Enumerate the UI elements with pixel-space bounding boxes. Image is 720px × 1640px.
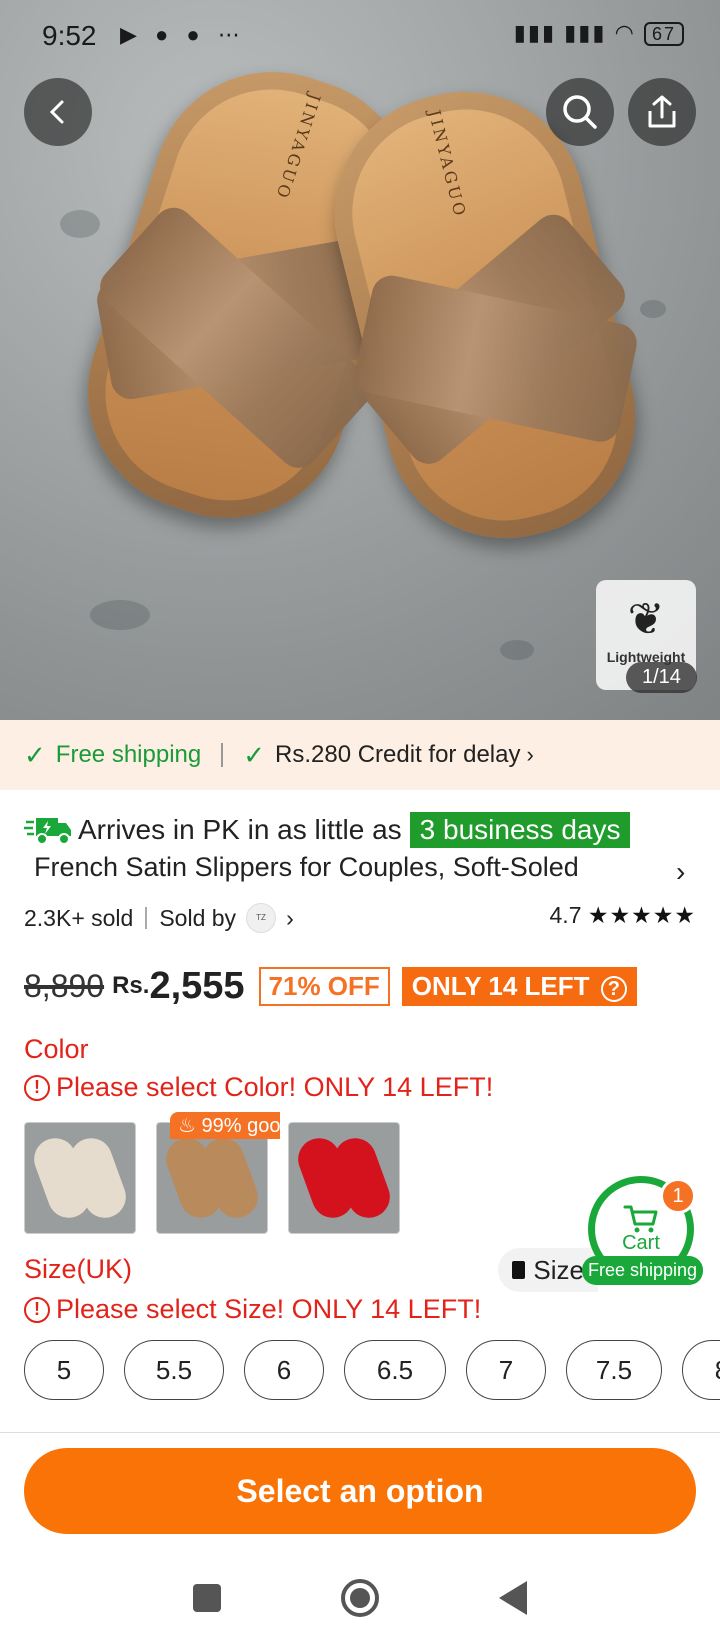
free-shipping-text: Free shipping — [55, 741, 202, 768]
size-option[interactable]: 8 — [682, 1340, 720, 1400]
system-icons: ▮▮▮ ▮▮▮ ◠ 67 — [513, 20, 684, 47]
alert-icon: ! — [24, 1074, 50, 1101]
delay-credit-text: Rs.280 Credit for delay — [275, 741, 521, 768]
delivery-estimate: Arrives in PK in as little as 3 business… — [24, 808, 631, 852]
color-option-red[interactable] — [288, 1122, 400, 1234]
share-button[interactable] — [628, 78, 696, 146]
select-option-button[interactable]: Select an option — [24, 1448, 696, 1534]
product-image[interactable]: JINYAGUO JINYAGUO 9:52 ▶ ● ● ⋯ ▮▮▮ ▮▮▮ ◠… — [0, 0, 720, 720]
size-option[interactable]: 6 — [244, 1340, 324, 1400]
fast-truck-icon — [24, 818, 71, 845]
check-icon: ✓ — [24, 739, 46, 770]
chevron-right-icon: › — [526, 742, 534, 767]
feather-icon: ❦ — [627, 595, 665, 644]
color-warning-text: Please select Color! ONLY 14 LEFT! — [56, 1072, 494, 1102]
cart-icon — [623, 1205, 658, 1232]
share-icon — [648, 95, 676, 128]
check-icon: ✓ — [243, 739, 266, 770]
product-meta: 2.3K+ sold Sold by TZ › 4.7 ★★★★★ — [24, 900, 696, 936]
discount-badge: 71% OFF — [258, 966, 390, 1006]
size-option[interactable]: 6.5 — [344, 1340, 446, 1400]
alert-icon: ! — [24, 1296, 50, 1323]
chevron-right-icon[interactable]: › — [676, 856, 685, 888]
currency-label: Rs. — [112, 972, 150, 999]
stock-text: ONLY 14 LEFT — [411, 970, 590, 1001]
system-nav-bar — [0, 1556, 720, 1640]
stock-badge[interactable]: ONLY 14 LEFT ? — [401, 966, 637, 1006]
size-label: Size(UK) — [24, 1254, 133, 1284]
cart-label: Cart — [622, 1231, 660, 1254]
size-option[interactable]: 5 — [24, 1340, 104, 1400]
rating-value: 4.7 — [549, 902, 582, 928]
size-options: 5 5.5 6 6.5 7 7.5 8 — [24, 1340, 720, 1400]
price-row: 8,890 Rs. 2,555 71% OFF ONLY 14 LEFT ? — [24, 960, 637, 1012]
divider — [0, 1432, 720, 1433]
size-option[interactable]: 7.5 — [566, 1340, 662, 1400]
right-slipper: JINYAGUO — [309, 66, 661, 564]
size-guide-text: Size — [533, 1254, 584, 1285]
search-icon — [563, 95, 597, 129]
delivery-days-badge: 3 business days — [409, 812, 631, 848]
sold-count: 2.3K+ sold — [24, 904, 134, 931]
help-icon: ? — [600, 975, 627, 1002]
chevron-right-icon[interactable]: › — [286, 905, 294, 932]
color-label: Color — [24, 1034, 89, 1064]
back-icon[interactable] — [499, 1581, 527, 1615]
battery-icon: 67 — [643, 22, 684, 47]
star-icons: ★★★★★ — [587, 902, 696, 928]
cart-count-badge: 1 — [660, 1178, 696, 1214]
divider — [145, 907, 148, 929]
divider — [221, 743, 224, 767]
size-warning: ! Please select Size! ONLY 14 LEFT! — [24, 1294, 481, 1325]
original-price: 8,890 — [24, 967, 105, 1004]
recents-icon[interactable] — [193, 1584, 221, 1612]
color-option-beige[interactable] — [24, 1122, 136, 1234]
product-page: JINYAGUO JINYAGUO 9:52 ▶ ● ● ⋯ ▮▮▮ ▮▮▮ ◠… — [0, 0, 720, 1640]
cart-free-shipping: Free shipping — [582, 1256, 704, 1285]
home-icon[interactable] — [341, 1579, 379, 1617]
size-option[interactable]: 7 — [466, 1340, 546, 1400]
seller-logo[interactable]: TZ — [246, 903, 277, 933]
fire-icon: ♨ — [178, 1115, 196, 1137]
size-option[interactable]: 5.5 — [124, 1340, 224, 1400]
status-bar: 9:52 ▶ ● ● ⋯ ▮▮▮ ▮▮▮ ◠ 67 — [0, 0, 720, 76]
size-warning-text: Please select Size! ONLY 14 LEFT! — [56, 1294, 482, 1324]
delivery-text: Arrives in PK in as little as — [78, 814, 402, 845]
back-button[interactable] — [24, 78, 92, 146]
good-rating-text: 99% good — [201, 1115, 281, 1137]
good-rating-badge: ♨ 99% good — [170, 1112, 280, 1139]
color-warning: ! Please select Color! ONLY 14 LEFT! — [24, 1072, 493, 1103]
signal-icon: ▮▮▮ ▮▮▮ — [513, 20, 607, 45]
product-title[interactable]: French Satin Slippers for Couples, Soft-… — [34, 852, 694, 883]
wifi-icon: ◠ — [614, 20, 636, 45]
chevron-left-icon — [49, 100, 64, 124]
ruler-icon — [512, 1261, 526, 1279]
sold-by-label[interactable]: Sold by — [159, 905, 236, 932]
rating[interactable]: 4.7 ★★★★★ — [550, 902, 696, 929]
status-time: 9:52 — [42, 20, 97, 51]
image-counter: 1/14 — [626, 662, 697, 693]
shipping-banner[interactable]: ✓ Free shipping ✓ Rs.280 Credit for dela… — [0, 720, 720, 790]
sale-price: 2,555 — [149, 964, 245, 1007]
notification-icons: ▶ ● ● ⋯ — [120, 22, 246, 47]
product-title-text: French Satin Slippers for Couples, Soft-… — [34, 852, 579, 882]
search-button[interactable] — [546, 78, 614, 146]
